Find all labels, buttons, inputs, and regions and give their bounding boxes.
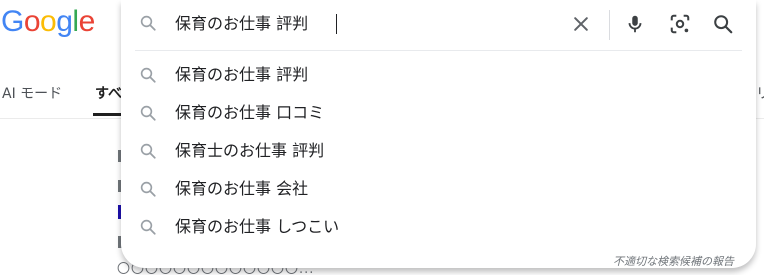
suggestion-item[interactable]: 保育士のお仕事 評判 <box>121 132 756 170</box>
active-tab-indicator <box>93 113 123 116</box>
text-cursor <box>336 14 337 34</box>
suggestion-text: 保育のお仕事 しつこい <box>175 217 340 236</box>
close-icon <box>574 17 588 31</box>
tab-ai-mode[interactable]: AI モード <box>2 84 62 104</box>
search-icon <box>714 15 733 34</box>
logo-letter: o <box>23 5 41 38</box>
logo-letter: G <box>1 5 24 38</box>
search-results-page: Google AI モード すべ リ 〇〇〇〇〇〇〇〇〇〇〇〇〇... 保育のお… <box>0 0 764 275</box>
search-icon <box>139 104 157 122</box>
logo-letter: e <box>78 5 96 38</box>
search-bar: 保育のお仕事 評判 <box>121 0 756 48</box>
search-icon <box>139 14 157 32</box>
suggestion-list: 保育のお仕事 評判 保育のお仕事 口コミ 保育士のお仕事 評判 保育のお仕事 会… <box>121 56 756 246</box>
search-icon <box>139 218 157 236</box>
logo-letter: o <box>40 5 57 38</box>
search-button[interactable] <box>709 10 737 38</box>
suggestion-text: 保育のお仕事 会社 <box>175 179 309 198</box>
microphone-icon <box>628 15 642 33</box>
search-input[interactable]: 保育のお仕事 評判 <box>175 13 308 35</box>
search-autocomplete: 保育のお仕事 評判 保育のお仕事 評判 保育のお仕事 口コミ 保育士のお仕事 評… <box>121 0 756 268</box>
logo-letter: g <box>56 5 73 38</box>
suggestion-item[interactable]: 保育のお仕事 評判 <box>121 56 756 94</box>
suggestion-item[interactable]: 保育のお仕事 会社 <box>121 170 756 208</box>
report-suggestions-link[interactable]: 不適切な検索候補の報告 <box>613 253 734 269</box>
google-logo[interactable]: Google <box>1 4 95 40</box>
suggestions-divider <box>135 50 742 51</box>
search-icon <box>139 180 157 198</box>
suggestion-item[interactable]: 保育のお仕事 しつこい <box>121 208 756 246</box>
camera-lens-icon <box>670 14 690 34</box>
tab-all[interactable]: すべ <box>95 84 122 104</box>
suggestion-item[interactable]: 保育のお仕事 口コミ <box>121 94 756 132</box>
toolbar-divider <box>609 10 610 40</box>
suggestion-text: 保育のお仕事 評判 <box>175 65 309 84</box>
clear-button[interactable] <box>567 10 595 38</box>
image-search-button[interactable] <box>666 10 694 38</box>
voice-search-button[interactable] <box>621 10 649 38</box>
search-icon <box>139 142 157 160</box>
search-icon <box>139 66 157 84</box>
tab-partial[interactable]: リ <box>756 84 764 104</box>
suggestion-text: 保育士のお仕事 評判 <box>175 141 325 160</box>
suggestion-text: 保育のお仕事 口コミ <box>175 103 325 122</box>
